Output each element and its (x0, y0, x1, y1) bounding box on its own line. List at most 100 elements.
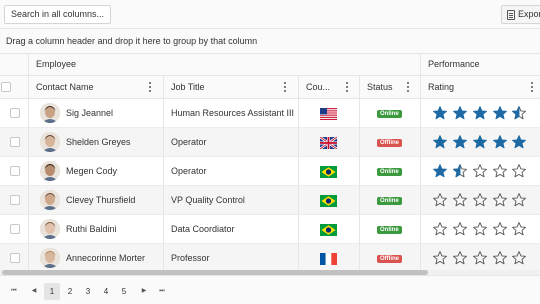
page-button-4[interactable]: 4 (98, 283, 114, 300)
table-row[interactable]: Sig Jeannel Human Resources Assistant III… (0, 99, 540, 128)
star-empty-icon[interactable] (473, 164, 487, 178)
star-empty-icon[interactable] (433, 222, 447, 236)
star-empty-icon[interactable] (512, 193, 526, 207)
group-panel[interactable]: Drag a column header and drop it here to… (0, 29, 540, 54)
avatar (40, 132, 60, 152)
prev-page-icon[interactable]: ◀ (26, 283, 42, 300)
brazil-flag (320, 224, 337, 236)
job-title-cell: Data Coordiator (171, 224, 235, 234)
star-empty-icon[interactable] (453, 251, 467, 265)
avatar (40, 248, 60, 268)
toolbar: Search in all columns... Export (0, 0, 540, 29)
row-select-checkbox[interactable] (10, 108, 20, 118)
column-header-status-label: Status (367, 82, 393, 92)
data-grid: Search in all columns... Export Drag a c… (0, 0, 540, 304)
column-divider (298, 76, 299, 270)
row-select-checkbox[interactable] (10, 137, 20, 147)
star-half-icon[interactable] (453, 164, 467, 178)
header-select-cell (0, 76, 28, 99)
band-header-employee[interactable]: Employee (28, 54, 420, 76)
star-empty-icon[interactable] (512, 222, 526, 236)
brazil-flag (320, 195, 337, 207)
avatar (40, 190, 60, 210)
star-empty-icon[interactable] (512, 251, 526, 265)
star-filled-icon[interactable] (433, 164, 447, 178)
star-empty-icon[interactable] (473, 193, 487, 207)
star-filled-icon[interactable] (512, 135, 526, 149)
star-filled-icon[interactable] (453, 106, 467, 120)
star-empty-icon[interactable] (453, 222, 467, 236)
first-page-icon[interactable]: ⏮ (6, 283, 22, 300)
row-select-checkbox[interactable] (10, 166, 20, 176)
column-menu-icon[interactable] (284, 82, 287, 93)
star-empty-icon[interactable] (473, 251, 487, 265)
pager: ⏮ ◀ 1 2 3 4 5 ▶ ⏭ (0, 275, 540, 304)
star-empty-icon[interactable] (493, 164, 507, 178)
star-filled-icon[interactable] (473, 135, 487, 149)
row-select-checkbox[interactable] (10, 224, 20, 234)
table-row[interactable]: Ruthi Baldini Data Coordiator Online (0, 215, 540, 244)
search-all-columns-button[interactable]: Search in all columns... (4, 5, 112, 24)
column-header-country[interactable]: Cou... (298, 76, 359, 99)
table-row[interactable]: Clevey Thursfield VP Quality Control Onlin… (0, 186, 540, 215)
star-empty-icon[interactable] (453, 193, 467, 207)
column-header-job-title-label: Job Title (171, 82, 205, 92)
star-empty-icon[interactable] (473, 222, 487, 236)
column-menu-icon[interactable] (346, 82, 349, 93)
brazil-flag (320, 166, 337, 178)
status-badge: Offline (377, 255, 402, 263)
column-header-rating[interactable]: Rating (420, 76, 540, 99)
star-filled-icon[interactable] (433, 106, 447, 120)
column-header-country-label: Cou... (306, 82, 331, 92)
star-filled-icon[interactable] (493, 106, 507, 120)
star-half-icon[interactable] (512, 106, 526, 120)
column-divider (359, 76, 360, 270)
us-flag (320, 108, 337, 120)
band-header-spacer (0, 54, 28, 76)
table-row[interactable]: Megen Cody Operator Online (0, 157, 540, 186)
star-empty-icon[interactable] (512, 164, 526, 178)
row-select-checkbox[interactable] (10, 195, 20, 205)
row-select-checkbox[interactable] (10, 253, 20, 263)
column-menu-icon[interactable] (531, 82, 534, 93)
next-page-icon[interactable]: ▶ (136, 283, 152, 300)
page-button-3[interactable]: 3 (80, 283, 96, 300)
uk-flag (320, 137, 337, 149)
column-header-status[interactable]: Status (359, 76, 420, 99)
contact-name-cell: Annecorinne Morter (66, 253, 146, 263)
select-all-checkbox[interactable] (1, 82, 11, 92)
star-empty-icon[interactable] (493, 222, 507, 236)
avatar (40, 103, 60, 123)
band-header-performance[interactable]: Performance (420, 54, 540, 76)
export-button[interactable]: Export (501, 5, 540, 24)
contact-name-cell: Clevey Thursfield (66, 195, 136, 205)
column-header-rating-label: Rating (428, 82, 455, 92)
column-header-job-title[interactable]: Job Title (163, 76, 298, 99)
column-header-contact-name[interactable]: Contact Name (28, 76, 163, 99)
star-empty-icon[interactable] (433, 193, 447, 207)
last-page-icon[interactable]: ⏭ (154, 283, 170, 300)
table-row[interactable]: Shelden Greyes Operator Offline (0, 128, 540, 157)
star-empty-icon[interactable] (493, 251, 507, 265)
star-filled-icon[interactable] (473, 106, 487, 120)
page-button-2[interactable]: 2 (62, 283, 78, 300)
column-header-contact-name-label: Contact Name (36, 82, 94, 92)
export-icon (507, 10, 515, 20)
column-menu-icon[interactable] (149, 82, 152, 93)
column-divider (28, 54, 29, 270)
column-menu-icon[interactable] (407, 82, 410, 93)
star-filled-icon[interactable] (453, 135, 467, 149)
contact-name-cell: Megen Cody (66, 166, 118, 176)
star-empty-icon[interactable] (433, 251, 447, 265)
avatar (40, 161, 60, 181)
page-button-1[interactable]: 1 (44, 283, 60, 300)
job-title-cell: Operator (171, 166, 207, 176)
export-label: Export (518, 9, 540, 19)
job-title-cell: Operator (171, 137, 207, 147)
table-row[interactable]: Annecorinne Morter Professor Offline (0, 244, 540, 273)
page-button-5[interactable]: 5 (116, 283, 132, 300)
star-filled-icon[interactable] (433, 135, 447, 149)
star-empty-icon[interactable] (493, 193, 507, 207)
column-divider (163, 76, 164, 270)
star-filled-icon[interactable] (493, 135, 507, 149)
